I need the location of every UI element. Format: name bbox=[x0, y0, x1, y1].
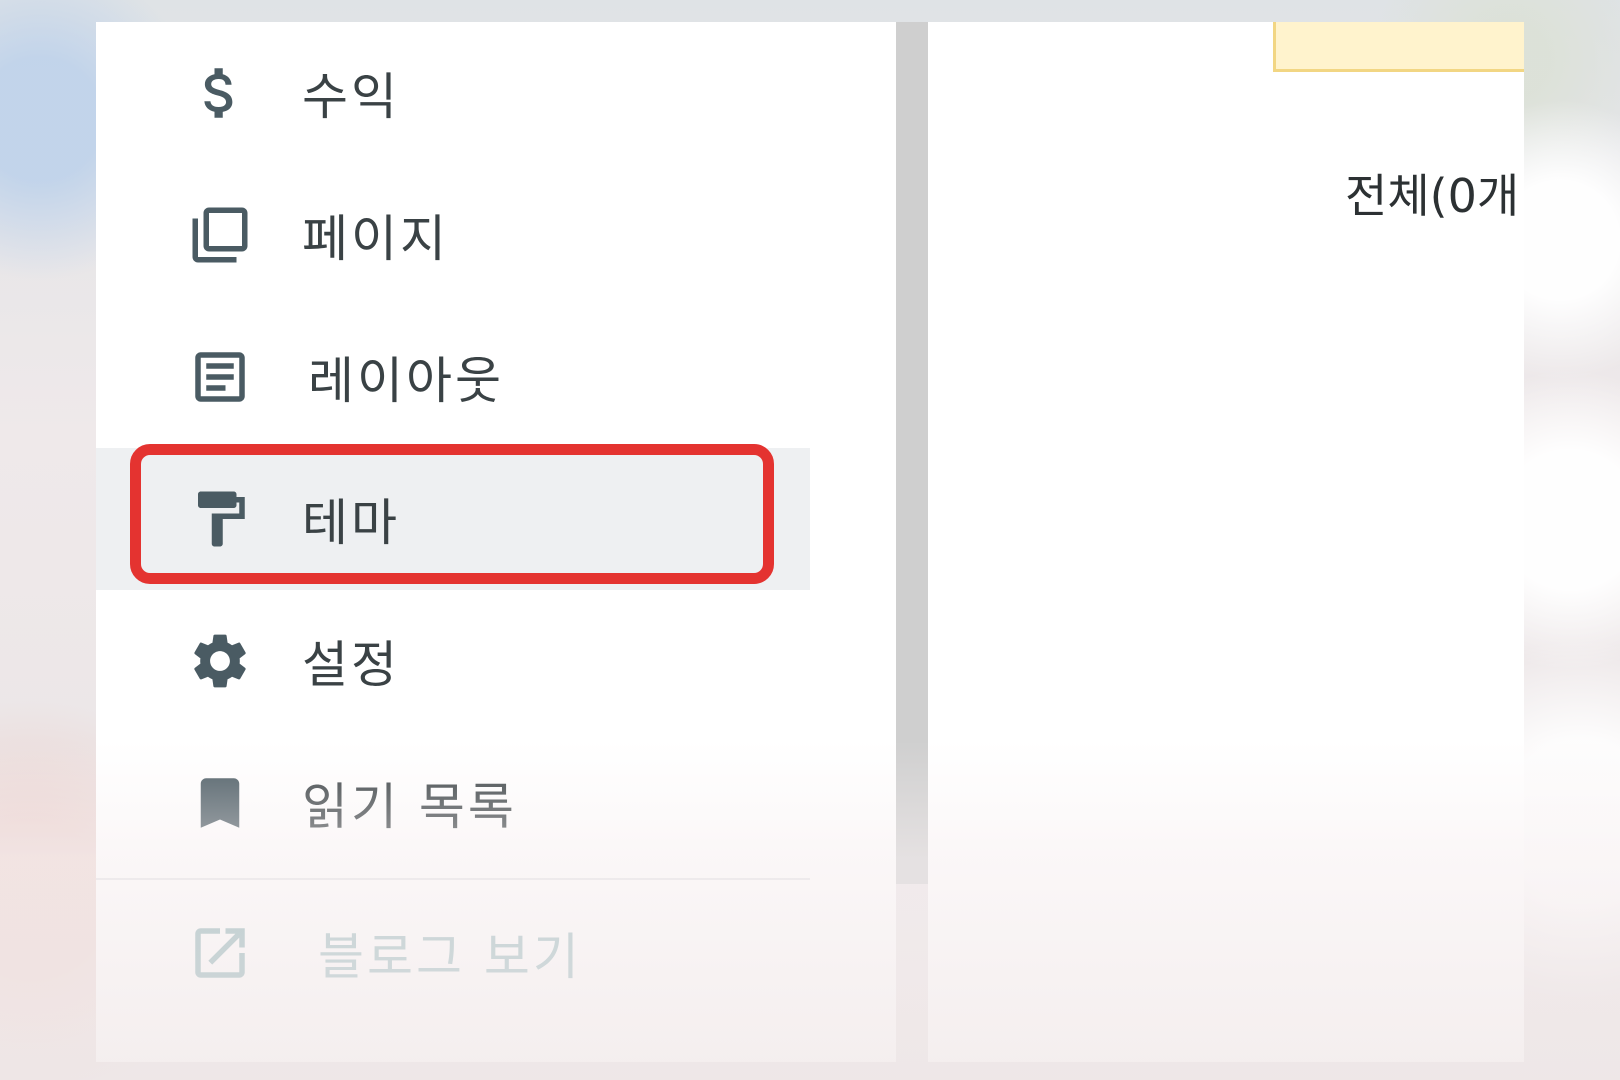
gear-icon bbox=[184, 625, 256, 697]
sidebar-item-pages[interactable]: 페이지 bbox=[96, 164, 810, 306]
layout-icon bbox=[184, 341, 256, 413]
bookmark-icon bbox=[184, 767, 256, 839]
sidebar-item-label: 레이아웃 bbox=[308, 352, 504, 410]
sidebar-item-label: 읽기 목록 bbox=[302, 778, 517, 836]
sidebar-item-label: 블로그 보기 bbox=[318, 928, 582, 986]
open-external-icon bbox=[184, 917, 256, 989]
sidebar-item-earnings[interactable]: 수익 bbox=[96, 22, 810, 164]
sidebar-item-settings[interactable]: 설정 bbox=[96, 590, 810, 732]
sidebar-item-label: 수익 bbox=[302, 68, 400, 126]
sidebar-item-label: 테마 bbox=[302, 494, 400, 552]
sidebar-item-reading-list[interactable]: 읽기 목록 bbox=[96, 732, 810, 874]
sidebar-scrollbar[interactable] bbox=[896, 22, 928, 884]
sidebar: 수익 페이지 레이아웃 테마 설정 읽기 목록 블로그 보기 bbox=[96, 22, 896, 1062]
sidebar-item-label: 페이지 bbox=[302, 210, 449, 268]
view-blog-link[interactable]: 블로그 보기 bbox=[96, 882, 810, 1024]
notice-box bbox=[1273, 22, 1524, 72]
main-content: 전체(0개 bbox=[928, 22, 1524, 1062]
sidebar-item-theme[interactable]: 테마 bbox=[96, 448, 810, 590]
total-count-label: 전체(0개 bbox=[1345, 169, 1520, 223]
paint-roller-icon bbox=[184, 483, 256, 555]
dollar-icon bbox=[184, 57, 256, 129]
sidebar-item-layout[interactable]: 레이아웃 bbox=[96, 306, 810, 448]
sidebar-divider bbox=[96, 878, 810, 880]
pages-icon bbox=[184, 199, 256, 271]
sidebar-item-label: 설정 bbox=[302, 636, 400, 694]
